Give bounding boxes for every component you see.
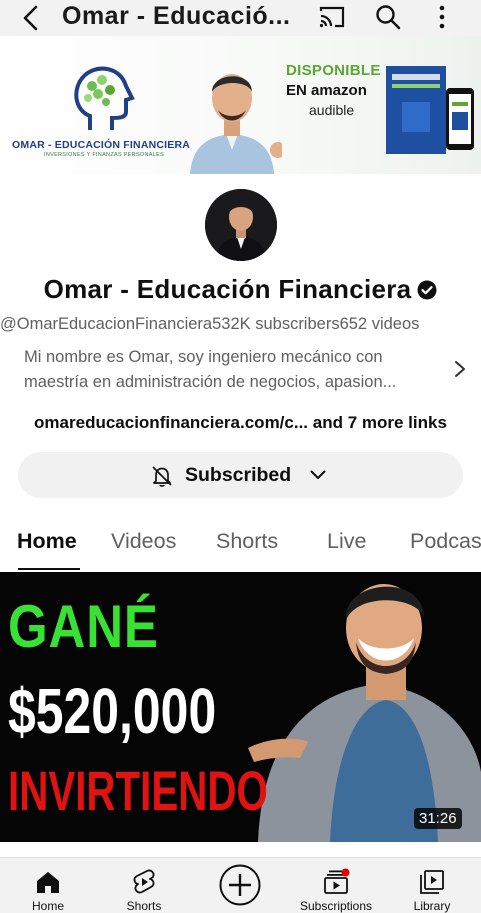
- tab-live[interactable]: Live: [327, 529, 366, 554]
- channel-links[interactable]: omareducacionfinanciera.com/c... and 7 m…: [0, 413, 481, 433]
- nav-shorts[interactable]: Shorts: [96, 858, 192, 913]
- tab-home[interactable]: Home: [17, 529, 77, 554]
- back-arrow-icon[interactable]: [16, 3, 46, 33]
- channel-banner: OMAR - EDUCACIÓN FINANCIERA INVERSIONES …: [0, 36, 481, 174]
- shorts-icon: [133, 869, 155, 894]
- tab-videos[interactable]: Videos: [111, 529, 176, 554]
- channel-name: Omar - Educación Financiera: [43, 274, 412, 304]
- chevron-right-icon[interactable]: [452, 360, 468, 378]
- nav-subscriptions[interactable]: Subscriptions: [288, 858, 384, 913]
- search-icon[interactable]: [374, 3, 402, 31]
- banner-person-image: [190, 74, 282, 174]
- brain-head-logo: [74, 66, 135, 130]
- avatar-image: [205, 189, 277, 261]
- thumbnail-text-line-2: $520,000: [8, 675, 217, 747]
- tab-shorts[interactable]: Shorts: [216, 529, 278, 554]
- channel-handle: @OmarEducacionFinanciera: [0, 315, 213, 333]
- nav-home-label: Home: [31, 899, 64, 913]
- chevron-down-icon: [310, 470, 326, 479]
- more-vertical-icon[interactable]: [428, 3, 456, 31]
- channel-link[interactable]: omareducacionfinanciera.com/c...: [34, 413, 308, 432]
- banner-brand-text: OMAR - EDUCACIÓN FINANCIERA: [12, 139, 191, 151]
- notification-dot: [341, 868, 350, 877]
- tab-podcasts[interactable]: Podcas: [410, 529, 481, 554]
- book-cover-image: [386, 66, 474, 154]
- banner-brand-subtitle: INVERSIONES Y FINANZAS PERSONALES: [44, 152, 165, 158]
- bottom-navigation: Home Shorts Subscriptions Library: [0, 857, 481, 913]
- channel-avatar[interactable]: [205, 189, 277, 261]
- active-tab-indicator: [18, 568, 80, 570]
- channel-tabs: Home Videos Shorts Live Podcas: [0, 522, 481, 572]
- verified-badge-icon: [417, 280, 437, 300]
- nav-library-label: Library: [413, 899, 451, 913]
- banner-available-text: DISPONIBLE: [286, 62, 381, 79]
- create-plus-icon: [219, 864, 261, 906]
- channel-name-row: Omar - Educación Financiera: [0, 274, 481, 305]
- channel-meta: @OmarEducacionFinanciera532K subscribers…: [0, 315, 481, 334]
- video-duration-badge: 31:26: [414, 808, 462, 829]
- bell-off-icon: [152, 466, 172, 487]
- nav-create[interactable]: [192, 858, 288, 913]
- subscriptions-icon: [324, 868, 350, 894]
- channel-description[interactable]: Mi nombre es Omar, soy ingeniero mecánic…: [24, 345, 444, 395]
- video-count: 652 videos: [339, 315, 420, 333]
- thumbnail-person-image: [248, 584, 481, 842]
- banner-amazon-text: EN amazon: [286, 82, 367, 99]
- top-app-bar: Omar - Educació...: [0, 0, 481, 36]
- featured-video-thumbnail[interactable]: GANÉ $520,000 INVIRTIENDO 31:26: [0, 572, 481, 842]
- nav-home[interactable]: Home: [0, 858, 96, 913]
- subscribed-button[interactable]: Subscribed: [18, 452, 463, 498]
- more-links[interactable]: and 7 more links: [313, 413, 447, 432]
- thumbnail-text-line-3: INVIRTIENDO: [8, 759, 268, 822]
- nav-library[interactable]: Library: [384, 858, 480, 913]
- cast-icon[interactable]: [318, 3, 346, 31]
- nav-subscriptions-label: Subscriptions: [299, 899, 373, 913]
- library-icon: [420, 870, 444, 894]
- channel-title: Omar - Educació...: [62, 2, 291, 30]
- nav-shorts-label: Shorts: [126, 899, 162, 913]
- subscriber-count: 532K subscribers: [212, 315, 340, 333]
- banner-audible-text: audible: [309, 102, 355, 118]
- thumbnail-text-line-1: GANÉ: [8, 593, 159, 660]
- subscribed-label: Subscribed: [185, 464, 292, 486]
- home-icon: [37, 872, 59, 893]
